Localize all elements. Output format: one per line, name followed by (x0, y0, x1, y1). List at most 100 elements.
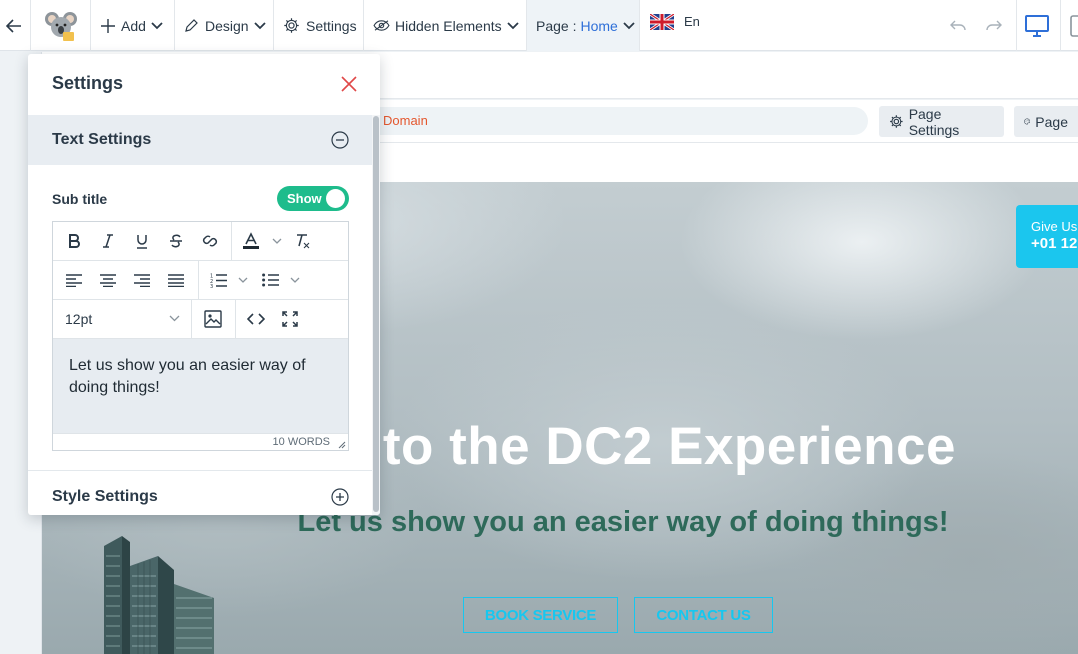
settings-label: Settings (306, 17, 357, 34)
call-us-box[interactable]: Give Us +01 12 (1016, 205, 1078, 268)
italic-button[interactable] (95, 222, 121, 260)
insert-image-button[interactable] (199, 300, 227, 338)
word-count: 10 WORDS (272, 436, 330, 448)
underline-button[interactable] (129, 222, 155, 260)
chevron-down-icon (238, 277, 248, 283)
settings-panel-title: Settings (52, 73, 124, 93)
toggle-label: Show (287, 191, 322, 206)
align-right-icon (134, 273, 150, 287)
font-size-value: 12pt (65, 311, 93, 327)
fullscreen-button[interactable] (277, 300, 303, 338)
source-code-button[interactable] (243, 300, 269, 338)
align-right-button[interactable] (129, 261, 155, 299)
strikethrough-button[interactable] (163, 222, 189, 260)
align-left-button[interactable] (61, 261, 87, 299)
justify-button[interactable] (163, 261, 189, 299)
clear-format-icon (297, 234, 310, 249)
page-prefix: Page : (536, 17, 577, 34)
tablet-icon (1070, 14, 1078, 37)
settings-panel: Settings Text Settings Sub title Show 1 … (28, 54, 380, 515)
language-label: En (684, 14, 700, 29)
bold-button[interactable] (61, 222, 87, 260)
design-menu[interactable]: Design (184, 0, 266, 51)
hidden-elements-menu[interactable]: Hidden Elements (373, 0, 519, 51)
editor-toolbar-row-2: 123 (53, 261, 348, 300)
editor-toolbar-row-1 (53, 222, 348, 261)
page-button[interactable]: Page (1014, 106, 1078, 137)
justify-icon (168, 273, 184, 287)
align-left-icon (66, 273, 82, 287)
bold-icon (69, 234, 80, 248)
toggle-knob (326, 189, 345, 208)
hidden-elements-label: Hidden Elements (395, 17, 502, 34)
chevron-down-icon (623, 21, 635, 29)
chevron-down-icon (169, 315, 180, 322)
clear-format-button[interactable] (291, 222, 315, 260)
bullet-list-button[interactable] (257, 261, 283, 299)
editor-statusbar: 10 WORDS (53, 433, 348, 451)
plus-icon (101, 18, 115, 33)
page-value: Home (580, 17, 618, 34)
add-menu[interactable]: Add (100, 0, 163, 51)
link-button[interactable] (196, 222, 224, 260)
italic-icon (103, 234, 113, 248)
link-icon (202, 235, 218, 247)
underline-icon (137, 234, 147, 249)
redo-button[interactable] (986, 0, 1002, 51)
page-settings-button[interactable]: Page Settings (879, 105, 1004, 138)
undo-icon (950, 20, 966, 30)
subtitle-show-toggle[interactable]: Show (277, 186, 349, 211)
expand-plus-icon[interactable] (331, 488, 349, 506)
gear-icon (284, 18, 299, 33)
language-selector[interactable]: En (650, 0, 700, 47)
text-settings-header[interactable]: Text Settings (28, 115, 372, 165)
bullet-list-icon (261, 273, 279, 287)
undo-button[interactable] (950, 0, 966, 51)
page-selector[interactable]: Page : Home (527, 0, 639, 51)
call-us-phone: +01 12 (1031, 235, 1078, 252)
chevron-down-icon (506, 21, 519, 29)
domain-field[interactable]: Domain (340, 107, 868, 135)
close-icon[interactable] (340, 75, 358, 93)
font-size-select[interactable]: 12pt (53, 300, 190, 338)
align-center-icon (100, 273, 116, 287)
page-settings-label: Page Settings (908, 105, 960, 138)
text-color-icon (243, 232, 259, 249)
text-color-dropdown[interactable] (267, 222, 287, 260)
tablet-view-button[interactable] (1070, 0, 1078, 51)
call-us-line1: Give Us (1031, 219, 1078, 234)
settings-menu[interactable]: Settings (283, 0, 357, 51)
koala-logo[interactable] (40, 0, 82, 51)
bullet-list-dropdown[interactable] (285, 261, 305, 299)
top-toolbar: Add Design Settings Hidden Elements Page… (0, 0, 1078, 51)
uk-flag-icon (650, 13, 674, 30)
book-service-button[interactable]: BOOK SERVICE (463, 597, 618, 633)
subtitle-label: Sub title (52, 191, 108, 207)
panel-scrollbar-thumb[interactable] (373, 116, 379, 512)
domain-text: Domain (383, 113, 428, 128)
align-center-button[interactable] (95, 261, 121, 299)
add-label: Add (121, 17, 146, 34)
chevron-down-icon (272, 238, 282, 244)
resize-grip-icon[interactable] (338, 441, 346, 449)
chevron-down-icon (253, 21, 266, 29)
desktop-view-button[interactable] (1025, 0, 1049, 51)
collapse-minus-icon[interactable] (331, 131, 349, 149)
settings-panel-header: Settings (28, 54, 380, 115)
numbered-list-icon: 123 (210, 273, 227, 288)
contact-us-button[interactable]: CONTACT US (634, 597, 773, 633)
numbered-list-dropdown[interactable] (233, 261, 253, 299)
pencil-icon (185, 19, 198, 32)
chevron-down-icon (290, 277, 300, 283)
section-divider (28, 470, 372, 471)
numbered-list-button[interactable]: 123 (205, 261, 231, 299)
redo-icon (986, 20, 1002, 30)
svg-text:3: 3 (210, 284, 213, 288)
style-settings-header[interactable]: Style Settings (52, 488, 158, 506)
palette-icon (1024, 118, 1031, 125)
back-button[interactable] (6, 0, 24, 51)
eye-slash-icon (373, 20, 390, 31)
editor-content[interactable]: Let us show you an easier way of doing t… (53, 339, 348, 433)
image-icon (204, 310, 222, 328)
text-color-button[interactable] (239, 222, 263, 260)
